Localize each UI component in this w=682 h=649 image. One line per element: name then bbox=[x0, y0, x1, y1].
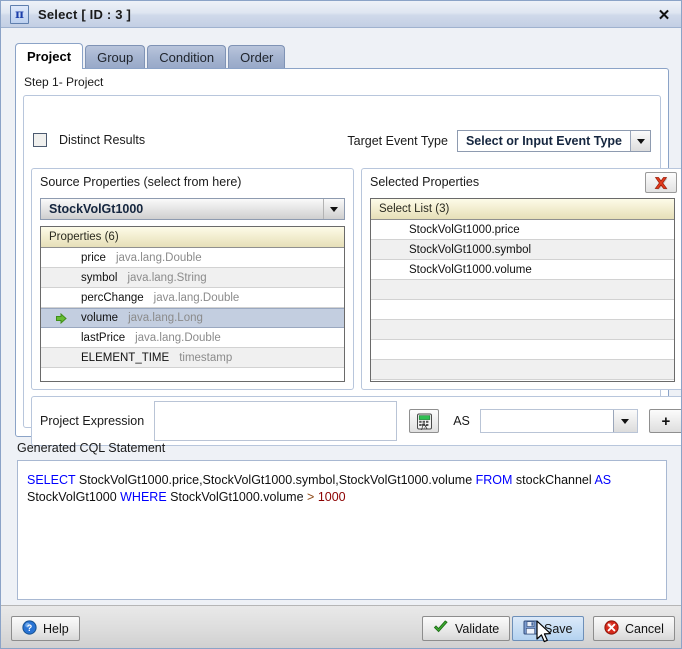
dialog-footer: ? Help Validate Save Cancel bbox=[1, 605, 681, 648]
list-item-empty[interactable] bbox=[371, 340, 674, 360]
window-title: Select [ ID : 3 ] bbox=[38, 6, 131, 22]
table-row[interactable]: ELEMENT_TIME timestamp bbox=[41, 348, 344, 368]
property-type: java.lang.Double bbox=[135, 331, 221, 344]
green-arrow-icon bbox=[51, 312, 71, 324]
property-type: java.lang.String bbox=[127, 271, 207, 284]
tab-project[interactable]: Project bbox=[15, 43, 84, 69]
help-button[interactable]: ? Help bbox=[11, 616, 80, 641]
save-label: Save bbox=[544, 621, 573, 636]
check-icon bbox=[433, 619, 449, 638]
target-event-type-label: Target Event Type bbox=[347, 134, 448, 148]
distinct-results-checkbox[interactable] bbox=[33, 133, 47, 147]
project-tab-panel: Step 1- Project Distinct Results Target … bbox=[15, 68, 681, 446]
tab-group[interactable]: Group bbox=[85, 45, 146, 69]
property-name: lastPrice bbox=[81, 331, 126, 344]
selected-property-name: StockVolGt1000.symbol bbox=[409, 243, 532, 256]
table-row[interactable]: percChange java.lang.Double bbox=[41, 288, 344, 308]
as-alias-combo[interactable] bbox=[479, 409, 638, 433]
property-name: ELEMENT_TIME bbox=[81, 351, 170, 364]
table-row[interactable]: price java.lang.Double bbox=[41, 248, 344, 268]
source-properties-list[interactable]: Properties (6) price java.lang.Double sy… bbox=[40, 226, 345, 382]
cancel-label: Cancel bbox=[625, 621, 664, 636]
property-type: java.lang.Long bbox=[128, 312, 203, 324]
property-name: percChange bbox=[81, 291, 144, 304]
list-item[interactable]: StockVolGt1000.symbol bbox=[371, 240, 674, 260]
property-name: price bbox=[81, 251, 106, 264]
generated-cql-box[interactable]: SELECT StockVolGt1000.price,StockVolGt10… bbox=[17, 460, 667, 600]
distinct-results-row: Distinct Results bbox=[33, 133, 145, 147]
svg-text:fx: fx bbox=[420, 422, 428, 429]
chevron-down-icon[interactable] bbox=[612, 410, 637, 432]
source-stream-value: StockVolGt1000 bbox=[49, 202, 144, 216]
function-calculator-icon[interactable]: fx bbox=[409, 409, 440, 433]
floppy-disk-icon bbox=[523, 620, 538, 638]
project-expression-panel: Project Expression fx AS + bbox=[31, 396, 681, 446]
selected-properties-panel: Selected Properties Select List (3) Stoc… bbox=[361, 168, 681, 390]
table-row[interactable]: symbol java.lang.String bbox=[41, 268, 344, 288]
property-type: java.lang.Double bbox=[153, 291, 240, 304]
tab-bar: Project Group Condition Order bbox=[15, 43, 669, 69]
chevron-down-icon[interactable] bbox=[630, 131, 650, 151]
generated-cql-label: Generated CQL Statement bbox=[17, 441, 166, 455]
select-list-header: Select List (3) bbox=[371, 199, 674, 220]
svg-text:?: ? bbox=[27, 623, 33, 633]
selected-properties-list[interactable]: Select List (3) StockVolGt1000.price Sto… bbox=[370, 198, 675, 382]
list-item-empty[interactable] bbox=[371, 360, 674, 380]
generated-cql-text: SELECT StockVolGt1000.price,StockVolGt10… bbox=[27, 473, 612, 504]
step-label: Step 1- Project bbox=[24, 75, 104, 89]
close-icon[interactable]: ✕ bbox=[653, 4, 675, 25]
chevron-down-icon[interactable] bbox=[323, 199, 344, 219]
as-alias-input[interactable] bbox=[480, 410, 613, 432]
list-item[interactable]: StockVolGt1000.price bbox=[371, 220, 674, 240]
selected-properties-title: Selected Properties bbox=[370, 175, 480, 189]
tab-order[interactable]: Order bbox=[228, 45, 286, 69]
help-label: Help bbox=[43, 621, 69, 636]
property-type: java.lang.Double bbox=[115, 251, 202, 264]
list-item-empty[interactable] bbox=[371, 380, 674, 381]
tab-condition[interactable]: Condition bbox=[147, 45, 227, 69]
add-expression-button[interactable]: + bbox=[648, 409, 681, 433]
list-item[interactable]: StockVolGt1000.volume bbox=[371, 260, 674, 280]
target-event-type-row: Target Event Type Select or Input Event … bbox=[347, 130, 651, 152]
cancel-circle-icon bbox=[604, 619, 619, 638]
list-item-empty[interactable] bbox=[371, 320, 674, 340]
property-type: timestamp bbox=[179, 351, 233, 364]
table-row[interactable]: lastPrice java.lang.Double bbox=[41, 328, 344, 348]
source-properties-title: Source Properties (select from here) bbox=[40, 175, 242, 189]
select-dialog: π Select [ ID : 3 ] ✕ Project Group Cond… bbox=[0, 0, 682, 649]
selected-property-name: StockVolGt1000.volume bbox=[409, 263, 532, 276]
question-mark-icon: ? bbox=[22, 619, 37, 638]
selected-property-name: StockVolGt1000.price bbox=[409, 223, 520, 236]
property-name: symbol bbox=[81, 271, 118, 284]
window-titlebar: π Select [ ID : 3 ] ✕ bbox=[1, 1, 681, 28]
list-item-empty[interactable] bbox=[371, 300, 674, 320]
list-item-empty[interactable] bbox=[371, 280, 674, 300]
distinct-results-label: Distinct Results bbox=[59, 133, 146, 147]
validate-button[interactable]: Validate bbox=[422, 616, 511, 641]
project-expression-label: Project Expression bbox=[40, 414, 145, 428]
source-properties-panel: Source Properties (select from here) Sto… bbox=[31, 168, 354, 390]
properties-list-header: Properties (6) bbox=[41, 227, 344, 248]
table-row-selected[interactable]: volume java.lang.Long bbox=[41, 308, 344, 328]
target-event-type-combo[interactable]: Select or Input Event Type bbox=[456, 130, 651, 152]
validate-label: Validate bbox=[455, 621, 500, 636]
save-button[interactable]: Save bbox=[512, 616, 584, 641]
pi-icon: π bbox=[10, 4, 29, 24]
red-x-icon[interactable] bbox=[645, 172, 677, 193]
project-expression-input[interactable] bbox=[154, 401, 398, 441]
project-group-panel: Distinct Results Target Event Type Selec… bbox=[23, 95, 681, 446]
property-name: volume bbox=[81, 312, 119, 324]
as-label: AS bbox=[453, 414, 470, 428]
table-row-empty[interactable] bbox=[41, 368, 344, 381]
target-event-type-value: Select or Input Event Type bbox=[457, 131, 630, 151]
source-stream-combo[interactable]: StockVolGt1000 bbox=[40, 198, 345, 220]
cancel-button[interactable]: Cancel bbox=[593, 616, 675, 641]
